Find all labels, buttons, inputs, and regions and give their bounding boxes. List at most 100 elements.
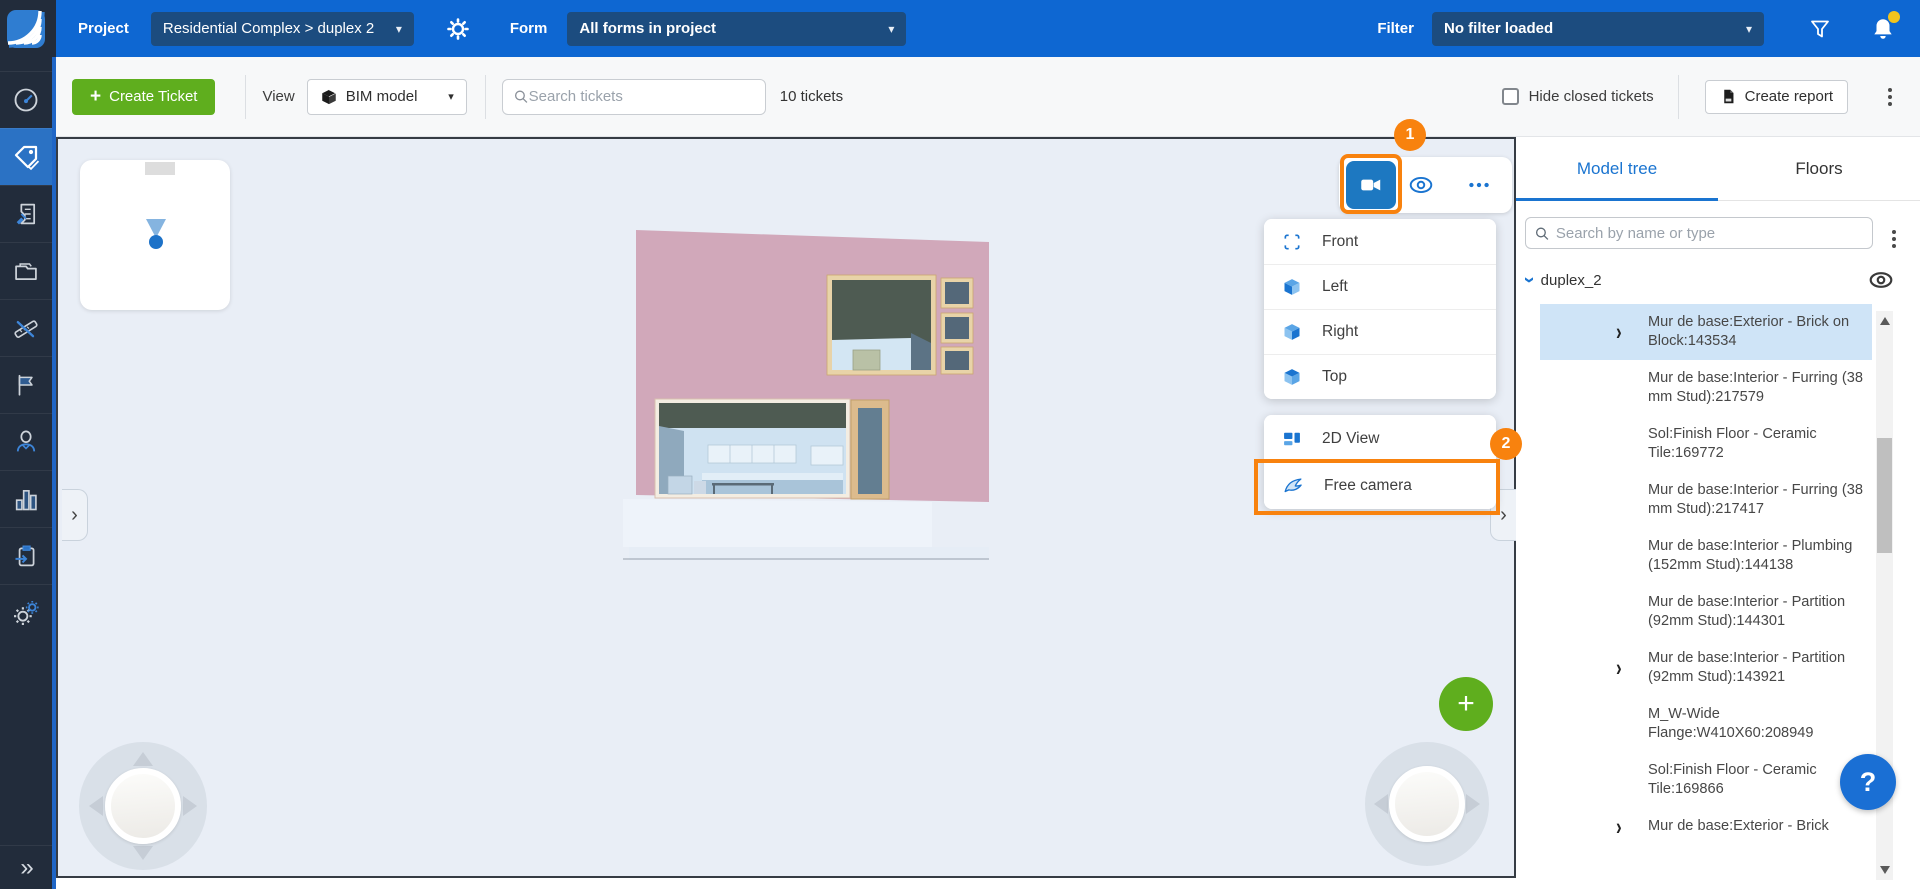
joystick-left-arrow[interactable] bbox=[1374, 794, 1388, 814]
eye-icon bbox=[1868, 267, 1894, 293]
model-tree-list: › Mur de base:Exterior - Brick on Block:… bbox=[1540, 304, 1872, 845]
joystick-knob[interactable] bbox=[105, 768, 181, 844]
sidebar-item-measure[interactable] bbox=[0, 299, 52, 356]
question-mark-icon: ? bbox=[1860, 767, 1877, 798]
project-settings-button[interactable] bbox=[446, 17, 470, 41]
sidebar-item-people[interactable] bbox=[0, 413, 52, 470]
bim-model-render[interactable] bbox=[602, 202, 1022, 582]
chevron-right-icon[interactable]: › bbox=[1616, 319, 1622, 346]
create-ticket-button[interactable]: + Create Ticket bbox=[72, 79, 215, 115]
create-ticket-label: Create Ticket bbox=[109, 88, 197, 105]
sidebar-item-charts[interactable] bbox=[0, 470, 52, 527]
create-report-button[interactable]: Create report bbox=[1705, 80, 1848, 114]
viewport-more-button[interactable] bbox=[1457, 157, 1501, 213]
tree-item[interactable]: Mur de base:Interior - Furring (38 mm St… bbox=[1540, 472, 1872, 528]
tree-item[interactable]: › Mur de base:Exterior - Brick on Block:… bbox=[1540, 304, 1872, 360]
scroll-down-arrow[interactable] bbox=[1880, 866, 1890, 874]
tree-item[interactable]: › Mur de base:Interior - Partition (92mm… bbox=[1540, 640, 1872, 696]
menu-item-2d-view[interactable]: 2D View bbox=[1264, 415, 1496, 462]
menu-item-front[interactable]: Front bbox=[1264, 219, 1496, 264]
menu-item-left[interactable]: Left bbox=[1264, 264, 1496, 309]
chevron-down-icon: ▾ bbox=[396, 22, 402, 36]
tree-item-label: Mur de base:Interior - Plumbing (152mm S… bbox=[1648, 538, 1852, 573]
tree-item[interactable]: Mur de base:Interior - Partition (92mm S… bbox=[1540, 584, 1872, 640]
tree-item[interactable]: Sol:Finish Floor - Ceramic Tile:169772 bbox=[1540, 416, 1872, 472]
add-ticket-fab[interactable]: + bbox=[1439, 677, 1493, 731]
project-dropdown[interactable]: Residential Complex > duplex 2 ▾ bbox=[151, 12, 414, 46]
sidebar-item-dashboard[interactable] bbox=[0, 71, 52, 128]
joystick-left-arrow[interactable] bbox=[89, 796, 103, 816]
joystick-right-arrow[interactable] bbox=[183, 796, 197, 816]
cube-top-icon bbox=[1282, 367, 1302, 387]
visibility-button[interactable] bbox=[1399, 157, 1443, 213]
camera-views-button[interactable] bbox=[1346, 161, 1396, 209]
chevron-right-icon[interactable]: › bbox=[1616, 813, 1622, 840]
menu-item-free-camera[interactable]: Free camera bbox=[1264, 462, 1496, 509]
funnel-icon bbox=[1808, 17, 1832, 41]
joystick-knob[interactable] bbox=[1389, 766, 1465, 842]
move-joystick[interactable] bbox=[79, 742, 207, 870]
tab-model-tree[interactable]: Model tree bbox=[1516, 137, 1718, 200]
visibility-toggle[interactable] bbox=[1868, 267, 1894, 298]
tree-item-label: Mur de base:Interior - Furring (38 mm St… bbox=[1648, 482, 1863, 517]
model-tree-search-input[interactable] bbox=[1556, 225, 1864, 242]
minimap[interactable] bbox=[80, 160, 230, 310]
ellipsis-icon bbox=[1466, 172, 1492, 198]
divider bbox=[485, 75, 486, 119]
tree-item[interactable]: Mur de base:Interior - Plumbing (152mm S… bbox=[1540, 528, 1872, 584]
report-document-icon bbox=[1720, 88, 1737, 105]
form-dropdown-value: All forms in project bbox=[579, 20, 716, 37]
tree-options-button[interactable] bbox=[1886, 224, 1902, 254]
tree-item-label: Sol:Finish Floor - Ceramic Tile:169866 bbox=[1648, 762, 1817, 797]
tree-item[interactable]: M_W-Wide Flange:W410X60:208949 bbox=[1540, 696, 1872, 752]
look-joystick[interactable] bbox=[1365, 742, 1489, 866]
filter-funnel-button[interactable] bbox=[1808, 17, 1832, 41]
menu-item-top[interactable]: Top bbox=[1264, 354, 1496, 399]
active-tab-underline bbox=[1516, 198, 1718, 201]
flag-icon bbox=[13, 372, 39, 398]
sidebar-item-transfer[interactable] bbox=[0, 527, 52, 584]
eye-icon bbox=[1408, 172, 1434, 198]
tree-item-label: Mur de base:Exterior - Brick bbox=[1648, 818, 1829, 834]
scroll-up-arrow[interactable] bbox=[1880, 317, 1890, 325]
ticket-search-input[interactable] bbox=[529, 88, 755, 105]
search-icon bbox=[513, 88, 529, 105]
scrollbar-thumb[interactable] bbox=[1877, 438, 1892, 553]
model-tree-search[interactable] bbox=[1525, 217, 1873, 249]
joystick-up-arrow[interactable] bbox=[133, 752, 153, 766]
sidebar-item-reports[interactable] bbox=[0, 185, 52, 242]
tree-item-label: Mur de base:Interior - Partition (92mm S… bbox=[1648, 594, 1845, 629]
notifications-button[interactable] bbox=[1870, 16, 1896, 42]
cube-icon bbox=[320, 88, 338, 106]
settings-gears-icon bbox=[11, 598, 41, 628]
help-button[interactable]: ? bbox=[1840, 754, 1896, 810]
joystick-down-arrow[interactable] bbox=[133, 846, 153, 860]
kebab-dot bbox=[1892, 237, 1896, 241]
tree-item[interactable]: Sol:Finish Floor - Ceramic Tile:169866 bbox=[1540, 752, 1872, 808]
sidebar-item-settings[interactable] bbox=[0, 584, 52, 641]
left-panel-expand-handle[interactable]: › bbox=[62, 489, 88, 541]
camera-views-menu: Front Left Right bbox=[1264, 219, 1496, 399]
tab-floors[interactable]: Floors bbox=[1718, 137, 1920, 200]
view-dropdown[interactable]: BIM model ▾ bbox=[307, 79, 467, 115]
hide-closed-label: Hide closed tickets bbox=[1529, 88, 1654, 105]
gear-icon bbox=[446, 17, 470, 41]
form-dropdown[interactable]: All forms in project ▾ bbox=[567, 12, 906, 46]
tree-item[interactable]: Mur de base:Interior - Furring (38 mm St… bbox=[1540, 360, 1872, 416]
sidebar-item-tickets[interactable] bbox=[0, 128, 52, 185]
tree-item[interactable]: › Mur de base:Exterior - Brick bbox=[1540, 808, 1872, 845]
filter-dropdown[interactable]: No filter loaded ▾ bbox=[1432, 12, 1764, 46]
tickets-count: 10 tickets bbox=[780, 88, 843, 105]
menu-item-right[interactable]: Right bbox=[1264, 309, 1496, 354]
sidebar-item-folders[interactable] bbox=[0, 242, 52, 299]
sidebar-item-flags[interactable] bbox=[0, 356, 52, 413]
app-logo[interactable] bbox=[0, 0, 52, 57]
toolbar-more-button[interactable] bbox=[1882, 82, 1898, 112]
sidebar-expand-button[interactable]: » bbox=[0, 845, 52, 889]
chevron-right-icon[interactable]: › bbox=[1616, 655, 1622, 682]
ticket-search[interactable] bbox=[502, 79, 766, 115]
hide-closed-checkbox[interactable] bbox=[1502, 88, 1519, 105]
model-viewport[interactable]: 1 Front Left bbox=[56, 137, 1516, 878]
tree-root-duplex2[interactable]: › duplex_2 bbox=[1526, 270, 1602, 290]
joystick-right-arrow[interactable] bbox=[1466, 794, 1480, 814]
